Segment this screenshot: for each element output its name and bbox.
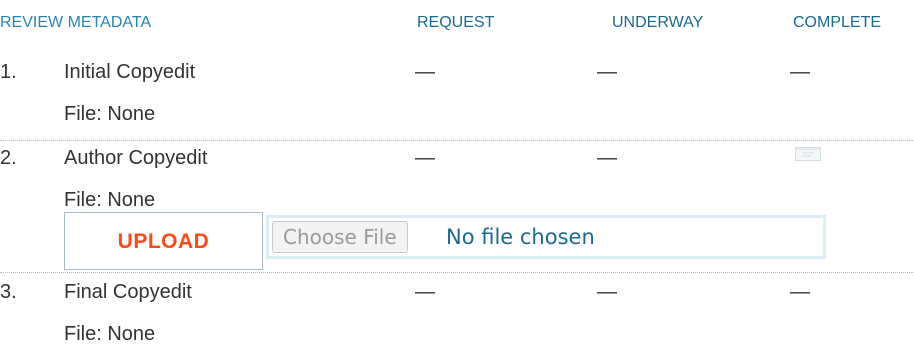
row-file: File: None	[64, 189, 156, 211]
review-metadata-link[interactable]: REVIEW METADATA	[0, 13, 151, 33]
underway-status: —	[597, 61, 617, 83]
row-number: 1.	[0, 61, 17, 83]
upload-button[interactable]: UPLOAD	[64, 212, 263, 270]
row-file: File: None	[64, 323, 156, 345]
row-number: 3.	[0, 281, 17, 303]
column-header-request: REQUEST	[417, 14, 495, 31]
underway-status: —	[597, 147, 617, 169]
complete-status: —	[790, 61, 810, 83]
row-title: Final Copyedit	[64, 281, 192, 303]
row-title: Author Copyedit	[64, 147, 208, 169]
file-status-text: No file chosen	[446, 225, 595, 249]
file-input[interactable]: Choose File No file chosen	[266, 215, 826, 259]
underway-status: —	[597, 281, 617, 303]
complete-status: —	[790, 281, 810, 303]
row-number: 2.	[0, 147, 17, 169]
request-status: —	[415, 61, 435, 83]
column-header-complete: COMPLETE	[793, 14, 882, 31]
request-status: —	[415, 281, 435, 303]
choose-file-button[interactable]: Choose File	[272, 221, 408, 253]
row-file: File: None	[64, 103, 156, 125]
row-divider	[0, 140, 914, 141]
email-icon[interactable]	[795, 147, 821, 161]
request-status: —	[415, 147, 435, 169]
column-header-underway: UNDERWAY	[612, 14, 704, 31]
row-divider	[0, 272, 914, 273]
row-title: Initial Copyedit	[64, 61, 196, 83]
